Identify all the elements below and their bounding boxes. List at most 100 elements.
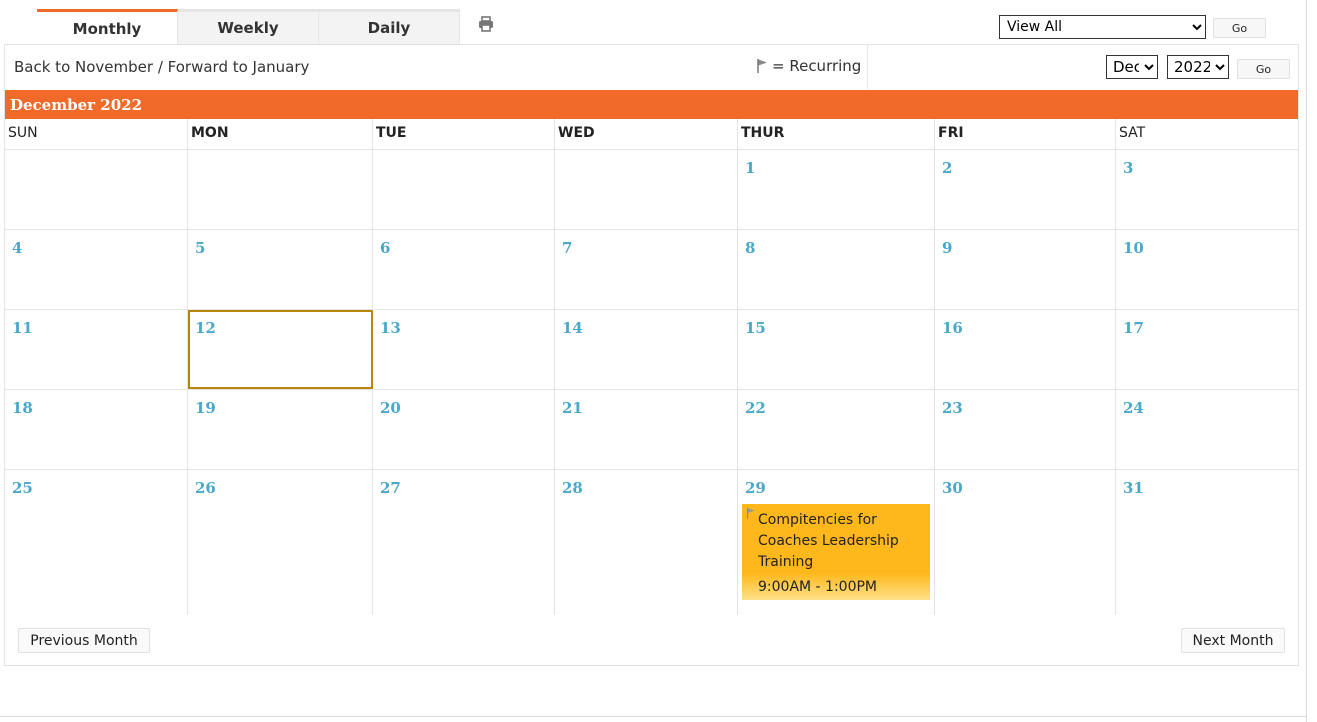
day-cell[interactable]: 15 [738,310,935,389]
day-number[interactable]: 24 [1123,399,1144,417]
day-number[interactable]: 12 [195,319,216,337]
day-cell[interactable]: 10 [1116,230,1298,309]
nav-separator: / [153,58,168,76]
weekday-header: WED [555,119,738,149]
weekday-label: SUN [8,125,38,141]
day-number[interactable]: 10 [1123,239,1144,257]
day-number[interactable]: 31 [1123,479,1144,497]
day-cell[interactable]: 11 [5,310,188,389]
day-cell[interactable]: 17 [1116,310,1298,389]
weekday-label: FRI [938,125,964,141]
day-cell[interactable]: 18 [5,390,188,469]
day-cell[interactable]: 25 [5,470,188,615]
day-cell[interactable]: 7 [555,230,738,309]
month-navigation: Back to November / Forward to January [14,58,309,76]
back-to-previous-link[interactable]: Back to November [14,58,153,76]
tab-weekly[interactable]: Weekly [178,9,319,44]
day-number[interactable]: 17 [1123,319,1144,337]
day-cell[interactable]: 31 [1116,470,1298,615]
day-number[interactable]: 7 [562,239,572,257]
calendar-event[interactable]: Compitencies for Coaches Leadership Trai… [742,504,930,600]
day-cell[interactable]: 6 [373,230,555,309]
day-cell[interactable]: 23 [935,390,1116,469]
day-number[interactable]: 26 [195,479,216,497]
day-cell[interactable]: 5 [188,230,373,309]
day-number[interactable]: 18 [12,399,33,417]
day-number[interactable]: 9 [942,239,952,257]
day-number[interactable]: 21 [562,399,583,417]
day-cell[interactable] [555,150,738,229]
day-number[interactable]: 5 [195,239,205,257]
calendar-filter-select[interactable]: View All [999,15,1206,39]
day-number[interactable]: 27 [380,479,401,497]
day-cell[interactable]: 26 [188,470,373,615]
day-number[interactable]: 2 [942,159,952,177]
weekday-header: THUR [738,119,935,149]
recurring-flag-icon [746,507,755,519]
weekday-header: FRI [935,119,1116,149]
day-number[interactable]: 3 [1123,159,1133,177]
tab-daily[interactable]: Daily [319,9,460,44]
week-row: 1 2 3 [5,149,1298,229]
day-cell[interactable]: 28 [555,470,738,615]
day-number[interactable]: 19 [195,399,216,417]
frame-right-border [1306,0,1307,722]
day-cell[interactable]: 8 [738,230,935,309]
day-cell[interactable]: 21 [555,390,738,469]
day-number[interactable]: 6 [380,239,390,257]
day-cell[interactable]: 16 [935,310,1116,389]
day-cell-today[interactable]: 12 [188,310,373,389]
day-cell[interactable]: 30 [935,470,1116,615]
day-cell[interactable] [188,150,373,229]
jump-go-button[interactable]: Go [1237,59,1290,79]
weekday-header: MON [188,119,373,149]
filter-go-button[interactable]: Go [1213,18,1266,38]
day-cell[interactable]: 29 Compitencies for Coaches Leadership T… [738,470,935,615]
week-row: 11 12 13 14 15 16 17 [5,309,1298,389]
day-cell[interactable]: 3 [1116,150,1298,229]
week-row: 18 19 20 21 22 23 24 [5,389,1298,469]
day-cell[interactable]: 2 [935,150,1116,229]
day-number[interactable]: 1 [745,159,755,177]
day-cell[interactable]: 22 [738,390,935,469]
frame-bottom-border [0,716,1307,717]
day-cell[interactable]: 27 [373,470,555,615]
day-number[interactable]: 29 [745,479,766,497]
day-number[interactable]: 22 [745,399,766,417]
day-cell[interactable]: 19 [188,390,373,469]
day-number[interactable]: 30 [942,479,963,497]
weekday-header-row: SUN MON TUE WED THUR FRI SAT [5,119,1298,149]
weekday-label: THUR [741,125,785,141]
jump-year-select[interactable]: 2022 [1167,55,1229,79]
day-number[interactable]: 15 [745,319,766,337]
month-title: December 2022 [10,95,143,114]
event-title[interactable]: Compitencies for Coaches Leadership Trai… [758,510,922,573]
day-cell[interactable]: 9 [935,230,1116,309]
day-cell[interactable] [5,150,188,229]
day-number[interactable]: 23 [942,399,963,417]
day-number[interactable]: 14 [562,319,583,337]
previous-month-button[interactable]: Previous Month [18,628,150,653]
day-cell[interactable]: 1 [738,150,935,229]
next-month-button[interactable]: Next Month [1181,628,1285,653]
day-cell[interactable]: 4 [5,230,188,309]
day-number[interactable]: 25 [12,479,33,497]
day-number[interactable]: 28 [562,479,583,497]
weekday-label: MON [191,125,229,141]
day-number[interactable]: 8 [745,239,755,257]
jump-month-select[interactable]: Dec [1106,55,1158,79]
day-cell[interactable]: 13 [373,310,555,389]
day-number[interactable]: 11 [12,319,33,337]
tab-monthly[interactable]: Monthly [37,9,178,45]
day-number[interactable]: 13 [380,319,401,337]
event-time: 9:00AM - 1:00PM [758,579,878,595]
forward-to-next-link[interactable]: Forward to January [168,58,310,76]
printer-icon[interactable] [477,15,495,33]
day-number[interactable]: 16 [942,319,963,337]
day-cell[interactable]: 24 [1116,390,1298,469]
day-cell[interactable] [373,150,555,229]
day-cell[interactable]: 20 [373,390,555,469]
day-number[interactable]: 4 [12,239,22,257]
day-number[interactable]: 20 [380,399,401,417]
day-cell[interactable]: 14 [555,310,738,389]
